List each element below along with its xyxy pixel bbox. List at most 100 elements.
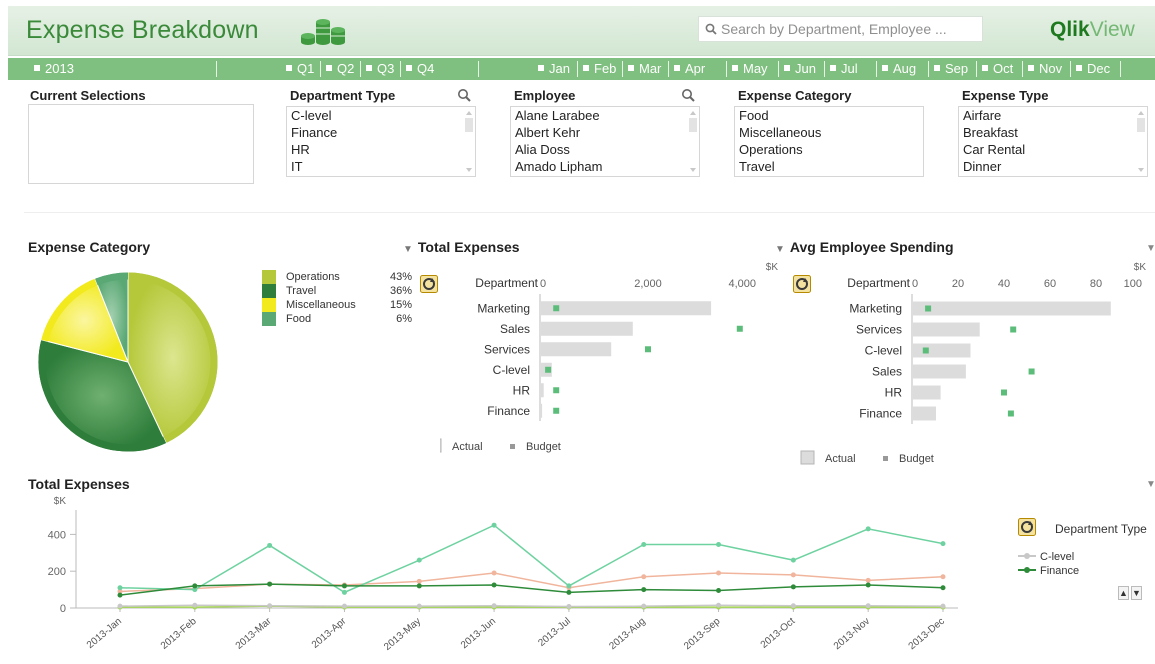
data-point[interactable] [341, 603, 347, 609]
bar-actual[interactable] [913, 364, 966, 379]
data-point[interactable] [341, 583, 347, 589]
list-item[interactable]: Travel [735, 158, 923, 175]
total-expenses-bar-title[interactable]: ▼ Total Expenses [403, 239, 520, 255]
data-point[interactable] [790, 584, 796, 590]
legend-item-finance[interactable]: Finance [1018, 565, 1079, 577]
list-item[interactable]: HR [287, 141, 475, 158]
department-type-listbox[interactable]: C-level Finance HR IT [286, 106, 476, 177]
data-point[interactable] [491, 570, 497, 576]
data-point[interactable] [192, 583, 198, 589]
chevron-down-icon[interactable]: ▼ [775, 244, 785, 255]
data-point[interactable] [790, 557, 796, 563]
list-item[interactable]: Amado Lipham [511, 158, 699, 175]
scroll-up-button[interactable]: ▲ [1118, 586, 1129, 600]
bar-actual[interactable] [541, 403, 543, 418]
list-item[interactable]: Miscellaneous [735, 124, 923, 141]
bar-actual[interactable] [541, 383, 544, 398]
data-point[interactable] [716, 588, 722, 594]
list-item[interactable]: C-level [287, 107, 475, 124]
month-mar[interactable]: Mar [628, 61, 661, 76]
data-point[interactable] [267, 581, 273, 587]
expense-category-pie-chart[interactable] [30, 264, 226, 460]
legend-item-c-level[interactable]: C-level [1018, 551, 1074, 563]
month-may[interactable]: May [732, 61, 768, 76]
total-expenses-bar-chart[interactable]: $K Department 0 2,000 4,000 Marketing Sales Ser… [440, 258, 780, 468]
bar-actual[interactable] [913, 343, 971, 358]
data-point[interactable] [716, 570, 722, 576]
chevron-down-icon[interactable]: ▼ [1146, 479, 1155, 490]
data-point[interactable] [491, 603, 497, 609]
quarter-q2[interactable]: Q2 [326, 61, 354, 76]
data-point[interactable] [491, 522, 497, 528]
data-point[interactable] [716, 542, 722, 548]
data-point[interactable] [790, 572, 796, 578]
data-point[interactable] [566, 604, 572, 610]
bar-actual[interactable] [541, 301, 712, 316]
scrollbar[interactable] [465, 109, 473, 174]
bar-actual[interactable] [541, 321, 633, 336]
list-item[interactable]: Alia Doss [511, 141, 699, 158]
data-point[interactable] [117, 603, 123, 609]
data-point[interactable] [641, 574, 647, 580]
month-jun[interactable]: Jun [784, 61, 816, 76]
series-line[interactable] [119, 524, 944, 594]
chevron-down-icon[interactable]: ▼ [403, 244, 413, 255]
quarter-q4[interactable]: Q4 [406, 61, 434, 76]
bar-actual[interactable] [913, 301, 1111, 316]
legend-item-operations[interactable]: Operations 43% [262, 270, 412, 284]
data-point[interactable] [940, 574, 946, 580]
data-point[interactable] [865, 577, 871, 583]
search-icon[interactable] [681, 88, 695, 102]
month-nov[interactable]: Nov [1028, 61, 1062, 76]
marker-budget[interactable] [922, 347, 929, 354]
list-item[interactable]: Dinner [959, 158, 1147, 175]
legend-item-miscellaneous[interactable]: Miscellaneous 15% [262, 298, 412, 312]
data-point[interactable] [117, 585, 123, 591]
data-point[interactable] [192, 602, 198, 608]
marker-budget[interactable] [925, 305, 932, 312]
data-point[interactable] [865, 582, 871, 588]
data-point[interactable] [416, 603, 422, 609]
marker-budget[interactable] [736, 325, 743, 332]
marker-budget[interactable] [553, 387, 560, 394]
marker-budget[interactable] [645, 346, 651, 353]
employee-listbox[interactable]: Alane Larabee Albert Kehr Alia Doss Amad… [510, 106, 700, 177]
data-point[interactable] [267, 542, 273, 548]
list-item[interactable]: Breakfast [959, 124, 1147, 141]
search-icon[interactable] [457, 88, 471, 102]
data-point[interactable] [940, 585, 946, 591]
scroll-down-button[interactable]: ▼ [1131, 586, 1142, 600]
data-point[interactable] [641, 587, 647, 593]
data-point[interactable] [267, 603, 273, 609]
month-aug[interactable]: Aug [882, 61, 916, 76]
avg-employee-spending-bar-chart[interactable]: $K Department 0 20 40 60 80 100 Marketing Service… [796, 258, 1155, 473]
data-point[interactable] [491, 582, 497, 588]
list-item[interactable]: Finance [287, 124, 475, 141]
marker-budget[interactable] [1007, 410, 1014, 417]
month-oct[interactable]: Oct [982, 61, 1013, 76]
data-point[interactable] [940, 603, 946, 609]
marker-budget[interactable] [553, 407, 560, 414]
data-point[interactable] [117, 592, 123, 598]
legend-item-food[interactable]: Food 6% [262, 312, 412, 326]
avg-employee-spending-title[interactable]: ▼ Avg Employee Spending [775, 239, 954, 255]
list-item[interactable]: Car Rental [959, 141, 1147, 158]
data-point[interactable] [865, 526, 871, 532]
scrollbar[interactable] [689, 109, 697, 174]
data-point[interactable] [566, 589, 572, 595]
data-point[interactable] [790, 603, 796, 609]
legend-item-travel[interactable]: Travel 36% [262, 284, 412, 298]
bar-actual[interactable] [913, 385, 941, 400]
data-point[interactable] [341, 589, 347, 595]
data-point[interactable] [416, 583, 422, 589]
total-expenses-line-chart[interactable]: $K 0 200 400 2013-Jan 2013-Feb 2013-Mar 2013-Ap… [28, 494, 1008, 664]
search-input[interactable]: Search by Department, Employee ... [698, 16, 983, 42]
cycle-icon[interactable] [1018, 518, 1036, 536]
list-item[interactable]: Food [735, 107, 923, 124]
bar-actual[interactable] [541, 342, 612, 357]
month-feb[interactable]: Feb [583, 61, 616, 76]
expense-category-listbox[interactable]: Food Miscellaneous Operations Travel [734, 106, 924, 177]
data-point[interactable] [416, 578, 422, 584]
month-jan[interactable]: Jan [538, 61, 570, 76]
data-point[interactable] [865, 603, 871, 609]
